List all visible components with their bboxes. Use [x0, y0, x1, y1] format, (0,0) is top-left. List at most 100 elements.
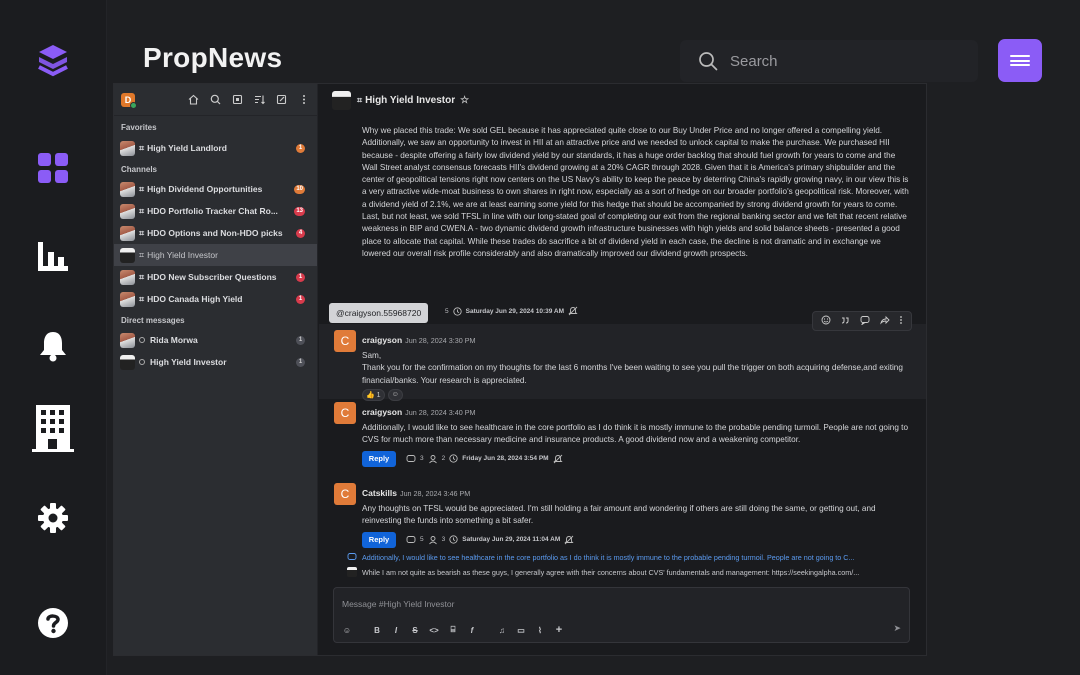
folder-icon[interactable]: ▭ — [516, 625, 526, 635]
directory-icon[interactable] — [231, 93, 244, 106]
avatar — [120, 203, 135, 219]
sidebar-item-high-dividend-opportunities[interactable]: ⌗ High Dividend Opportunities 10 — [114, 178, 317, 200]
sidebar-item-high-yield-landlord[interactable]: ⌗ High Yield Landlord 1 — [114, 137, 317, 159]
code-block-icon[interactable]: ⌸ — [448, 625, 458, 635]
dashboard-icon[interactable] — [29, 144, 77, 192]
unread-badge: 1 — [296, 335, 305, 345]
building-icon[interactable] — [29, 404, 77, 452]
help-icon[interactable] — [29, 599, 77, 647]
participants-icon — [428, 535, 437, 544]
quote-icon[interactable] — [840, 312, 850, 330]
sort-icon[interactable] — [253, 93, 266, 106]
composer-toolbar: ☺ B I S <> ⌸ f ♫ ▭ ⌇ + — [342, 624, 564, 636]
dm-section-label: Direct messages — [121, 315, 185, 325]
message-text: Any thoughts on TFSL would be appreciate… — [362, 504, 876, 526]
edit-icon[interactable] — [275, 93, 288, 106]
more-icon[interactable] — [899, 312, 903, 330]
search-box[interactable] — [680, 40, 978, 82]
sidebar-item-dm-high-yield-investor[interactable]: High Yield Investor 1 — [114, 351, 317, 373]
avatar: C — [334, 483, 356, 505]
code-icon[interactable]: <> — [429, 625, 439, 635]
avatar: C — [334, 402, 356, 424]
message-composer[interactable]: Message #High Yield Investor ☺ B I S <> … — [333, 587, 910, 643]
thread-icon — [347, 553, 357, 560]
home-icon[interactable] — [187, 93, 200, 106]
thread-preview[interactable]: While I am not quite as bearish as these… — [347, 567, 907, 577]
share-icon[interactable] — [879, 312, 890, 330]
channel-main: ⌗ High Yield Investor ☆ Why we placed th… — [319, 84, 926, 655]
bell-off-icon[interactable] — [568, 306, 578, 316]
message-time: Jun 28, 2024 3:30 PM — [405, 336, 476, 345]
message-actions-bar — [812, 311, 912, 331]
thread-reply-icon[interactable] — [860, 312, 870, 330]
avatar — [120, 181, 135, 197]
add-reaction-icon[interactable]: ☺ — [387, 388, 403, 401]
sidebar-item-hdo-portfolio-tracker[interactable]: ⌗ HDO Portfolio Tracker Chat Ro... 13 — [114, 200, 317, 222]
chart-icon[interactable] — [29, 232, 77, 280]
channel-title: High Yield Investor — [365, 94, 456, 106]
hamburger-menu-button[interactable] — [998, 39, 1042, 82]
hamburger-icon — [1010, 53, 1030, 69]
avatar: C — [334, 330, 356, 352]
attachment-icon[interactable]: ⌇ — [535, 625, 545, 635]
send-icon[interactable]: ➤ — [893, 623, 901, 634]
status-icon — [139, 337, 145, 343]
mention-tooltip: @craigyson.55968720 — [329, 303, 429, 323]
favorites-section-label: Favorites — [121, 122, 157, 132]
search-input[interactable] — [730, 52, 950, 70]
message-text: Additionally, I would like to see health… — [362, 423, 908, 445]
bold-icon[interactable]: B — [372, 625, 382, 635]
strikethrough-icon[interactable]: S — [410, 625, 420, 635]
emoji-reaction-icon[interactable] — [821, 312, 831, 330]
clock-icon — [452, 306, 462, 316]
gear-icon[interactable] — [29, 494, 77, 542]
sidebar-item-high-yield-investor[interactable]: ⌗ High Yield Investor — [114, 244, 317, 266]
avatar — [120, 354, 135, 370]
reaction-chip[interactable]: 👍 1 — [362, 388, 385, 401]
avatar — [120, 140, 135, 156]
search-icon[interactable] — [209, 93, 222, 106]
bell-off-icon[interactable] — [564, 535, 574, 545]
sidebar-item-hdo-options[interactable]: ⌗ HDO Options and Non-HDO picks 4 — [114, 222, 317, 244]
microphone-icon[interactable]: ♫ — [497, 625, 507, 635]
message-text: Sam, Thank you for the confirmation on m… — [362, 351, 903, 385]
channel-header: ⌗ High Yield Investor ☆ — [319, 84, 926, 116]
message-author[interactable]: craigyson — [362, 407, 402, 417]
plus-icon[interactable]: + — [554, 624, 564, 636]
post-thread-meta[interactable]: 5 Saturday Jun 29, 2024 10:39 AM — [445, 306, 578, 316]
reply-button[interactable]: Reply — [362, 450, 396, 467]
avatar — [347, 567, 357, 577]
replies-icon — [406, 535, 416, 543]
kebab-menu-icon[interactable] — [297, 93, 310, 106]
avatar — [120, 269, 135, 285]
logo-icon[interactable] — [29, 36, 77, 84]
clock-icon — [449, 535, 458, 544]
formula-icon[interactable]: f — [467, 625, 477, 635]
star-icon[interactable]: ☆ — [460, 95, 469, 106]
hash-icon: ⌗ — [139, 249, 145, 260]
avatar — [120, 332, 135, 348]
message-time: Jun 28, 2024 3:40 PM — [405, 408, 476, 417]
thread-preview[interactable]: Additionally, I would like to see health… — [347, 552, 907, 562]
unread-badge: 13 — [294, 206, 305, 216]
post-body: Why we placed this trade: We sold GEL be… — [362, 126, 909, 258]
sidebar-item-rida-morwa[interactable]: Rida Morwa 1 — [114, 329, 317, 351]
sidebar-item-hdo-new-subscriber[interactable]: ⌗ HDO New Subscriber Questions 1 — [114, 266, 317, 288]
participants-icon — [428, 454, 437, 463]
bell-icon[interactable] — [29, 322, 77, 370]
sidebar-item-hdo-canada[interactable]: ⌗ HDO Canada High Yield 1 — [114, 288, 317, 310]
avatar — [120, 247, 135, 263]
hash-icon: ⌗ — [139, 205, 145, 216]
workspace-avatar[interactable]: D — [121, 92, 137, 109]
status-icon — [139, 359, 145, 365]
message-author[interactable]: craigyson — [362, 335, 402, 345]
hash-icon: ⌗ — [139, 271, 145, 282]
message-author[interactable]: Catskills — [362, 488, 397, 498]
hash-icon: ⌗ — [139, 142, 145, 153]
hash-icon: ⌗ — [357, 94, 363, 105]
bell-off-icon[interactable] — [553, 454, 563, 464]
reply-button[interactable]: Reply — [362, 531, 396, 548]
emoji-icon[interactable]: ☺ — [342, 625, 352, 635]
unread-badge: 10 — [294, 184, 305, 194]
italic-icon[interactable]: I — [391, 625, 401, 635]
